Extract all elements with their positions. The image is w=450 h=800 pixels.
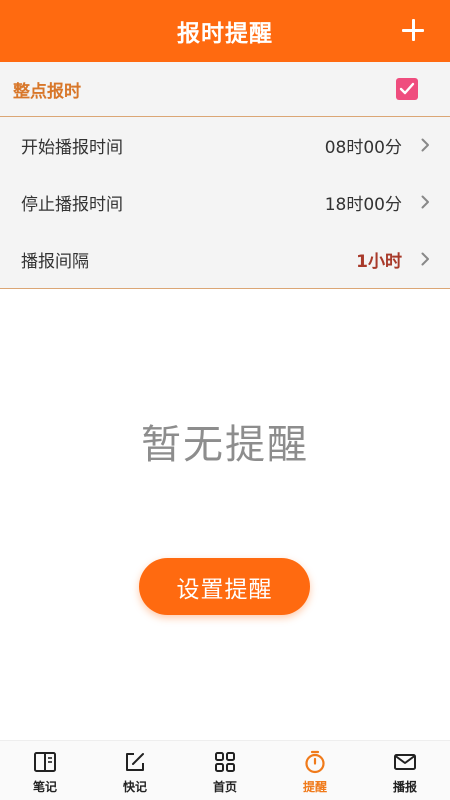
- bottom-nav: 笔记 快记 首页 提醒 播报: [0, 740, 450, 800]
- chevron-right-icon: [421, 252, 429, 266]
- checkmark-icon: [399, 82, 415, 95]
- hourly-chime-row: 整点报时: [0, 62, 450, 117]
- stop-time-label: 停止播报时间: [21, 195, 123, 215]
- nav-label-broadcast: 播报: [392, 780, 417, 794]
- edit-icon: [126, 753, 144, 771]
- page-title: 报时提醒: [177, 21, 273, 47]
- nav-item-quick-note[interactable]: 快记: [90, 741, 180, 800]
- mail-icon: [394, 754, 416, 770]
- nav-label-reminders: 提醒: [302, 780, 327, 794]
- broadcast-settings-list: 开始播报时间 08时00分 停止播报时间 18时00分 播报间隔 1小时: [0, 117, 450, 289]
- hourly-chime-label: 整点报时: [13, 81, 81, 102]
- nav-label-quick-note: 快记: [122, 780, 147, 794]
- interval-label: 播报间隔: [21, 252, 89, 272]
- start-time-label: 开始播报时间: [21, 138, 123, 158]
- start-time-value: 08时00分: [324, 138, 402, 158]
- stop-time-row[interactable]: 停止播报时间 18时00分: [0, 174, 450, 231]
- nav-item-reminders[interactable]: 提醒: [270, 741, 360, 800]
- app-root: 报时提醒 整点报时 开始播报时间 08时00分 停止播报时间 18时00分 播报…: [0, 0, 450, 800]
- set-reminder-button[interactable]: 设置提醒: [139, 558, 310, 615]
- nav-item-home[interactable]: 首页: [180, 741, 270, 800]
- hourly-chime-checkbox[interactable]: [396, 78, 418, 100]
- chevron-right-icon: [421, 138, 429, 152]
- interval-row[interactable]: 播报间隔 1小时: [0, 231, 450, 288]
- stop-time-value: 18时00分: [324, 195, 402, 215]
- chevron-right-icon: [421, 195, 429, 209]
- header-bar: 报时提醒: [0, 0, 450, 62]
- timer-icon: [305, 750, 325, 774]
- nav-item-broadcast[interactable]: 播报: [360, 741, 450, 800]
- start-time-row[interactable]: 开始播报时间 08时00分: [0, 117, 450, 174]
- notebook-icon: [34, 752, 56, 772]
- interval-value: 1小时: [356, 252, 402, 272]
- nav-label-notes: 笔记: [32, 780, 57, 794]
- nav-label-home: 首页: [212, 780, 237, 794]
- add-reminder-button[interactable]: [400, 17, 426, 43]
- nav-item-notes[interactable]: 笔记: [0, 741, 90, 800]
- empty-state-message: 暂无提醒: [141, 422, 309, 468]
- home-grid-icon: [215, 752, 235, 772]
